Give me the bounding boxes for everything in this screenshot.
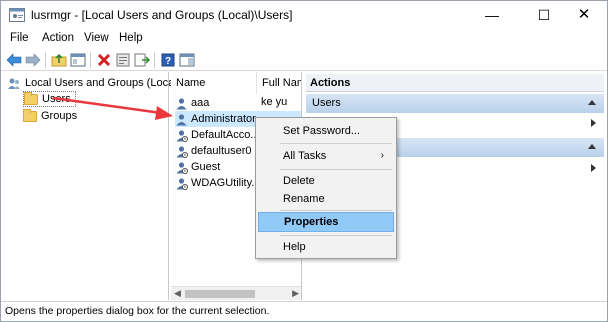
menu-separator xyxy=(280,210,392,211)
actions-header: Actions xyxy=(306,74,604,92)
user-name: Guest xyxy=(191,161,221,173)
close-button[interactable]: ✕ xyxy=(561,1,607,29)
tree-item-users[interactable]: Users xyxy=(23,91,76,107)
folder-icon xyxy=(23,108,37,122)
user-name: defaultuser0 xyxy=(191,145,252,157)
console-tree: Local Users and Groups (Local) Users Gro… xyxy=(3,72,180,300)
toolbar-separator xyxy=(154,52,155,68)
window-title: lusrmgr - [Local Users and Groups (Local… xyxy=(31,8,293,22)
back-icon[interactable] xyxy=(5,51,23,69)
minimize-button[interactable]: — xyxy=(469,1,515,29)
tree-root-node[interactable]: Local Users and Groups (Local) xyxy=(7,75,180,91)
collapse-icon[interactable] xyxy=(588,100,596,105)
status-bar: Opens the properties dialog box for the … xyxy=(1,301,607,321)
submenu-chevron-icon: › xyxy=(380,150,384,161)
toolbar-separator xyxy=(90,52,91,68)
menu-item-help[interactable]: Help xyxy=(258,237,394,257)
user-name: DefaultAcco... xyxy=(191,129,259,141)
menu-view[interactable]: View xyxy=(84,32,109,44)
user-name: Administrator xyxy=(191,113,256,125)
menu-action[interactable]: Action xyxy=(42,32,74,44)
properties-icon[interactable] xyxy=(114,51,132,69)
user-name: WDAGUtility... xyxy=(191,177,259,189)
toolbar-separator xyxy=(45,52,46,68)
lusrmgr-app-icon xyxy=(9,8,25,22)
scroll-right-icon[interactable]: ▶ xyxy=(292,288,299,299)
column-header-name[interactable]: Name xyxy=(171,72,257,94)
svg-text:?: ? xyxy=(165,56,171,67)
disabled-user-icon xyxy=(176,177,188,190)
disabled-user-icon xyxy=(176,145,188,158)
up-folder-icon[interactable] xyxy=(50,51,68,69)
table-row[interactable]: aaa ke yu xyxy=(171,95,301,111)
tree-root-label: Local Users and Groups (Local) xyxy=(25,77,181,89)
submenu-arrow-icon xyxy=(591,164,596,172)
folder-icon xyxy=(24,91,38,105)
actions-section-label: Users xyxy=(312,97,341,109)
mmc-window: lusrmgr - [Local Users and Groups (Local… xyxy=(0,0,608,322)
disabled-user-icon xyxy=(176,161,188,174)
toolbar: ? xyxy=(1,49,607,71)
menu-item-set-password[interactable]: Set Password... xyxy=(258,121,394,141)
show-hide-tree-icon[interactable] xyxy=(69,51,87,69)
scrollbar-thumb[interactable] xyxy=(185,290,255,298)
menu-separator xyxy=(280,143,392,144)
export-list-icon[interactable] xyxy=(133,51,151,69)
help-icon[interactable]: ? xyxy=(159,51,177,69)
show-hide-action-pane-icon[interactable] xyxy=(178,51,196,69)
menu-item-delete[interactable]: Delete xyxy=(258,171,394,191)
menu-separator xyxy=(280,169,392,170)
submenu-arrow-icon xyxy=(591,119,596,127)
title-bar: lusrmgr - [Local Users and Groups (Local… xyxy=(1,1,607,29)
disabled-user-icon xyxy=(176,129,188,142)
menu-file[interactable]: File xyxy=(10,32,29,44)
users-groups-icon xyxy=(8,78,20,89)
actions-section-users[interactable]: Users xyxy=(306,94,604,113)
forward-icon[interactable] xyxy=(24,51,42,69)
user-icon xyxy=(176,113,187,125)
menu-item-label: All Tasks xyxy=(283,150,327,162)
context-menu: Set Password... All Tasks › Delete Renam… xyxy=(255,117,397,259)
menu-item-rename[interactable]: Rename xyxy=(258,189,394,209)
menu-bar: File Action View Help xyxy=(1,29,607,49)
user-full-name: ke yu xyxy=(261,96,288,108)
menu-item-properties[interactable]: Properties xyxy=(258,212,394,232)
delete-icon[interactable] xyxy=(95,51,113,69)
tree-item-label: Users xyxy=(42,93,71,105)
tree-item-groups[interactable]: Groups xyxy=(23,108,81,124)
tree-item-label: Groups xyxy=(41,110,78,122)
horizontal-scrollbar[interactable]: ◀ ▶ xyxy=(171,286,301,300)
menu-item-all-tasks[interactable]: All Tasks › xyxy=(258,146,394,166)
scroll-left-icon[interactable]: ◀ xyxy=(174,288,181,299)
column-header-full-name[interactable]: Full Nam xyxy=(257,72,301,94)
menu-help[interactable]: Help xyxy=(119,32,143,44)
collapse-icon[interactable] xyxy=(588,144,596,149)
user-name: aaa xyxy=(191,97,210,109)
menu-separator xyxy=(280,235,392,236)
user-icon xyxy=(176,97,187,109)
